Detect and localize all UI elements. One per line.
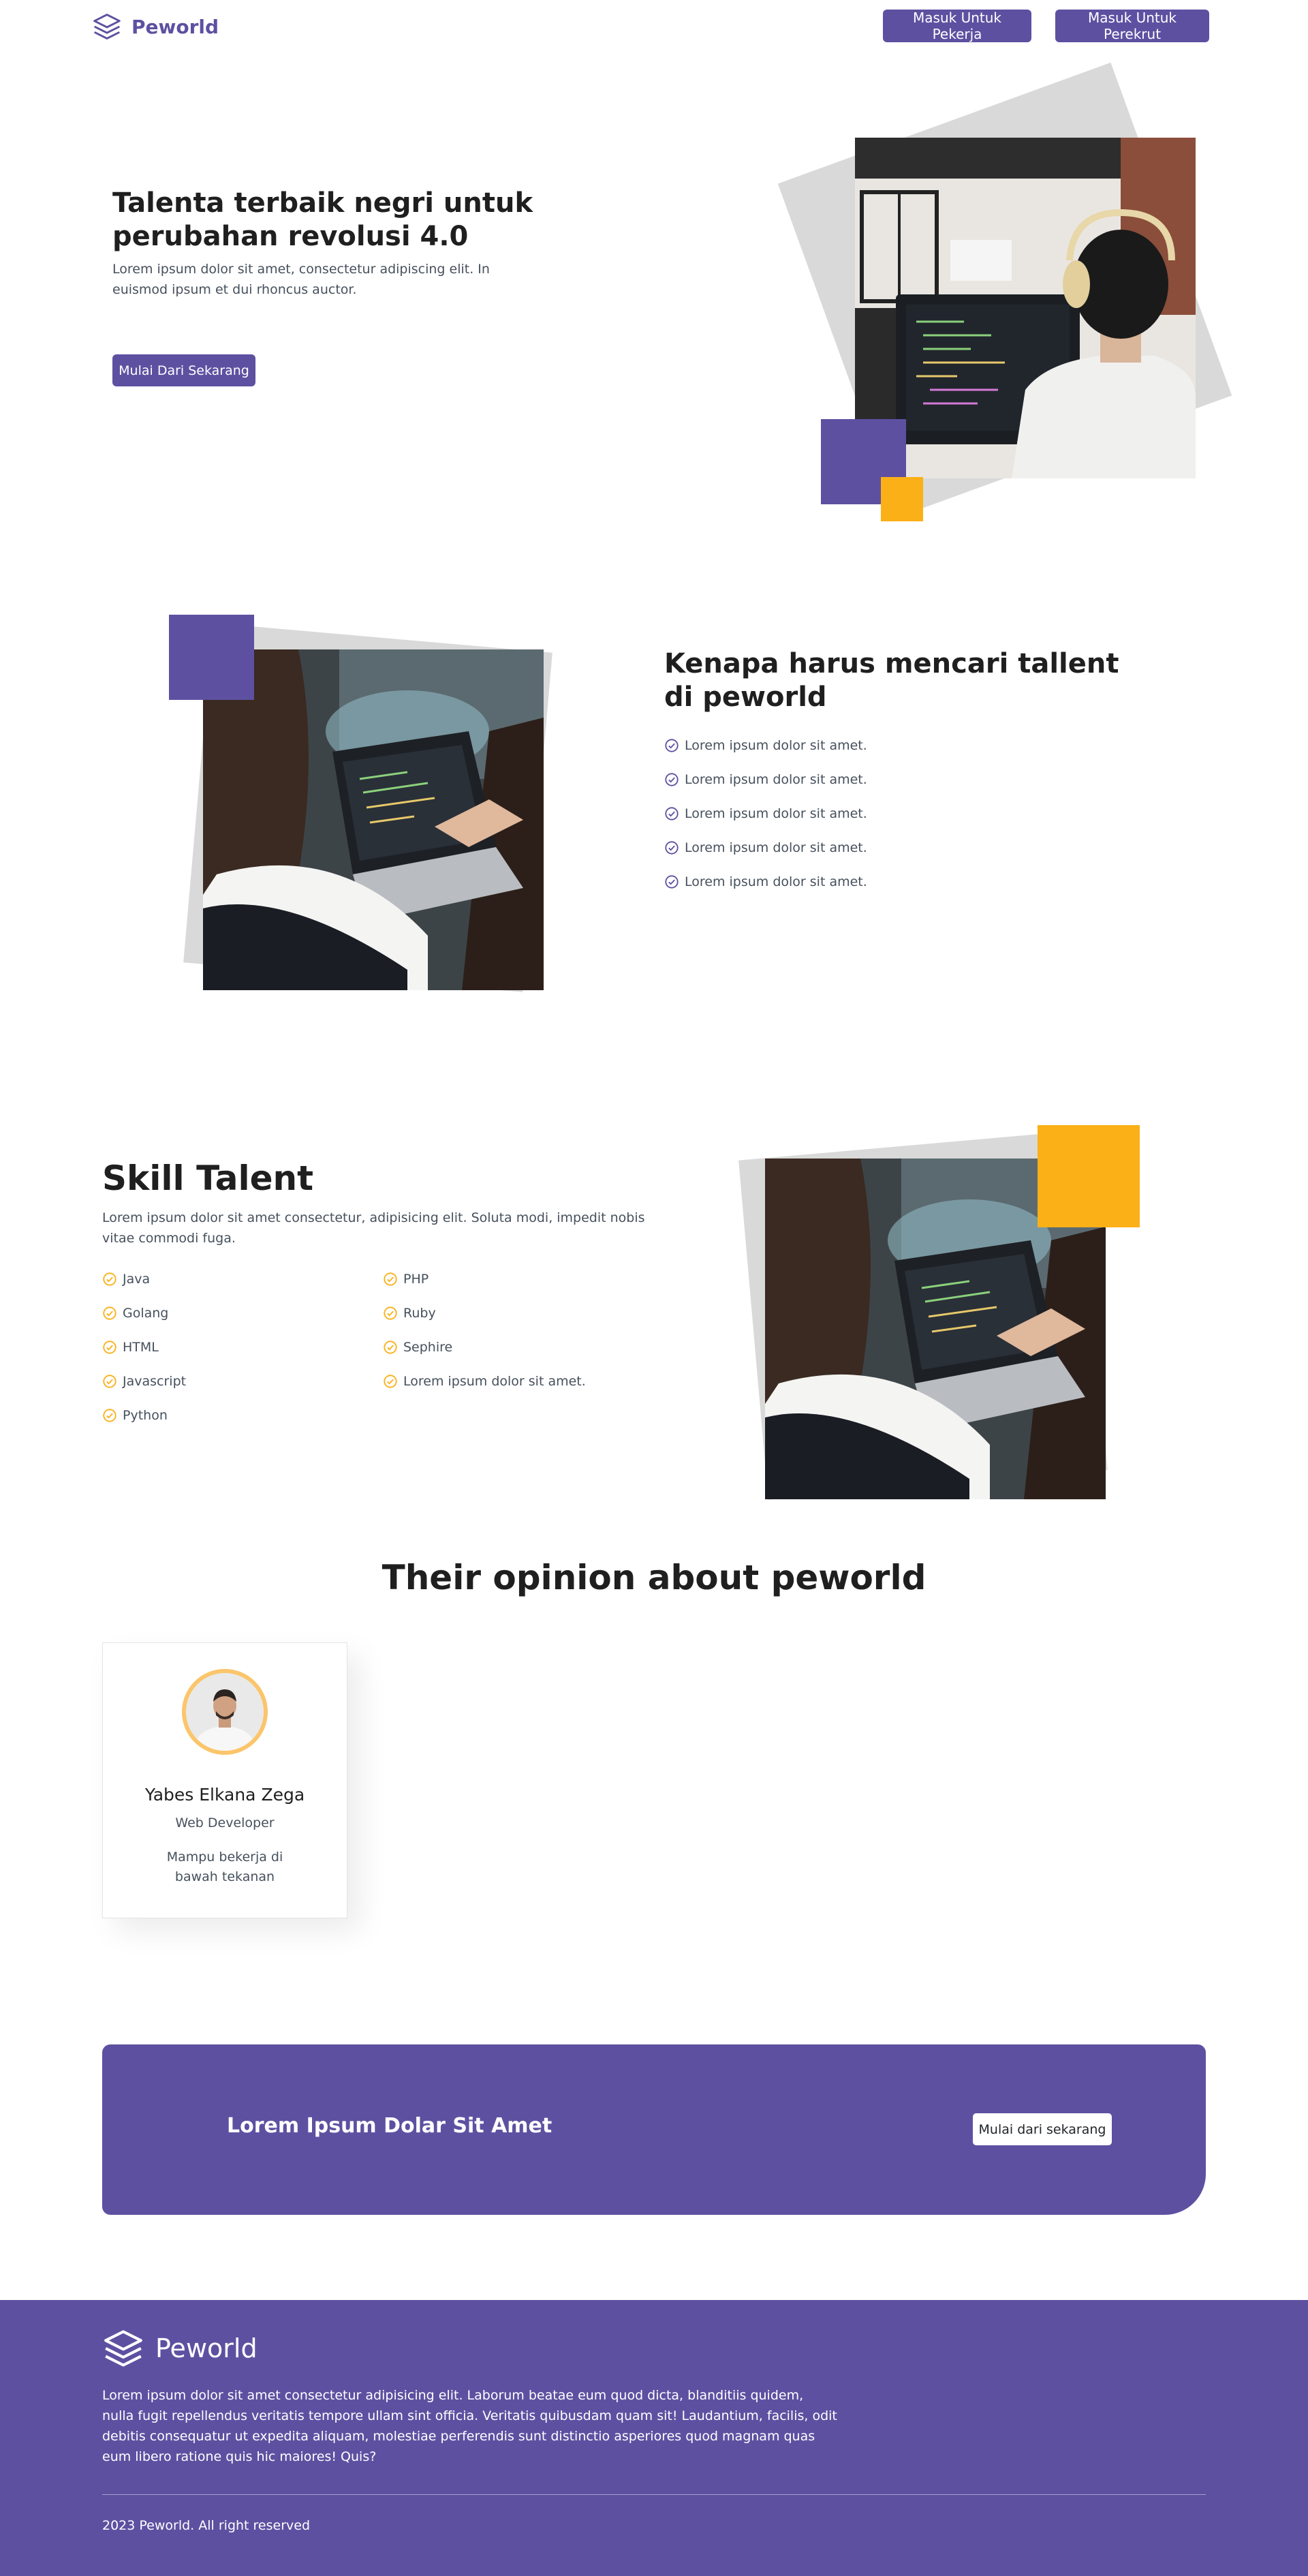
hero-description: Lorem ipsum dolor sit amet, consectetur … [112, 262, 490, 298]
hero-decor-square-yellow [881, 477, 923, 521]
skill-item: Sephire [383, 1330, 669, 1364]
check-circle-icon [665, 739, 679, 752]
why-decor-square-purple [169, 615, 254, 700]
check-circle-icon [384, 1306, 397, 1320]
skill-item: HTML [102, 1330, 361, 1364]
check-circle-icon [384, 1375, 397, 1388]
skill-item: Golang [102, 1296, 361, 1330]
cta-banner: Lorem Ipsum Dolar Sit Amet Mulai dari se… [102, 2044, 1206, 2215]
check-circle-icon [103, 1340, 116, 1354]
testimonial-text: Mampu bekerja di bawah tekanan [166, 1850, 283, 1885]
testimonial-card: Yabes Elkana Zega Web Developer Mampu be… [102, 1642, 347, 1918]
start-now-button[interactable]: Mulai Dari Sekarang [112, 354, 255, 386]
skill-item: Python [102, 1398, 361, 1432]
footer-copyright: 2023 Peworld. All right reserved [102, 2518, 311, 2533]
avatar [182, 1669, 268, 1755]
skill-decor-square-yellow [1038, 1125, 1140, 1227]
footer-divider [102, 2494, 1206, 2495]
skill-item: Java [102, 1262, 361, 1296]
check-circle-icon [103, 1272, 116, 1286]
check-circle-icon [384, 1340, 397, 1354]
why-list-item: Lorem ipsum dolor sit amet. [664, 729, 1073, 763]
login-worker-button[interactable]: Masuk Untuk Pekerja [883, 10, 1031, 42]
skill-title: Skill Talent [102, 1159, 314, 1198]
why-list-item: Lorem ipsum dolor sit amet. [664, 797, 1073, 831]
why-list: Lorem ipsum dolor sit amet. Lorem ipsum … [664, 729, 1073, 899]
brand-logo[interactable]: Peworld [92, 10, 219, 44]
brand-name: Peworld [131, 15, 219, 38]
testimonial-role: Web Developer [175, 1815, 275, 1830]
footer: Peworld Lorem ipsum dolor sit amet conse… [0, 2300, 1308, 2576]
hero-title: Talenta terbaik negri untuk perubahan re… [112, 187, 533, 252]
skill-item: Lorem ipsum dolor sit amet. [383, 1364, 669, 1398]
skill-item: Javascript [102, 1364, 361, 1398]
check-circle-icon [103, 1306, 116, 1320]
footer-description: Lorem ipsum dolor sit amet consectetur a… [102, 2388, 837, 2465]
footer-brand[interactable]: Peworld [102, 2327, 258, 2370]
layers-icon [104, 2330, 142, 2367]
hero-image [855, 138, 1196, 478]
check-circle-icon [665, 875, 679, 889]
check-circle-icon [384, 1272, 397, 1286]
why-list-item: Lorem ipsum dolor sit amet. [664, 865, 1073, 899]
why-list-item: Lorem ipsum dolor sit amet. [664, 831, 1073, 865]
skill-item: PHP [383, 1262, 669, 1296]
check-circle-icon [103, 1409, 116, 1422]
footer-brand-name: Peworld [155, 2333, 258, 2363]
check-circle-icon [665, 841, 679, 855]
skill-list-right: PHP Ruby Sephire Lorem ipsum dolor sit a… [383, 1262, 669, 1398]
why-list-item: Lorem ipsum dolor sit amet. [664, 763, 1073, 797]
testimonial-name: Yabes Elkana Zega [144, 1785, 305, 1805]
check-circle-icon [103, 1375, 116, 1388]
cta-start-button[interactable]: Mulai dari sekarang [973, 2113, 1112, 2145]
why-title: Kenapa harus mencari tallent di peworld [664, 648, 1119, 713]
skill-description: Lorem ipsum dolor sit amet consectetur, … [102, 1210, 645, 1246]
opinion-title: Their opinion about peworld [382, 1558, 926, 1597]
why-image [203, 649, 544, 990]
cta-text: Lorem Ipsum Dolar Sit Amet [227, 2114, 552, 2138]
skill-item: Ruby [383, 1296, 669, 1330]
skill-list-left: Java Golang HTML Javascript Python [102, 1262, 361, 1432]
login-recruiter-button[interactable]: Masuk Untuk Perekrut [1055, 10, 1209, 42]
layers-icon [93, 14, 121, 40]
check-circle-icon [665, 773, 679, 786]
check-circle-icon [665, 807, 679, 821]
